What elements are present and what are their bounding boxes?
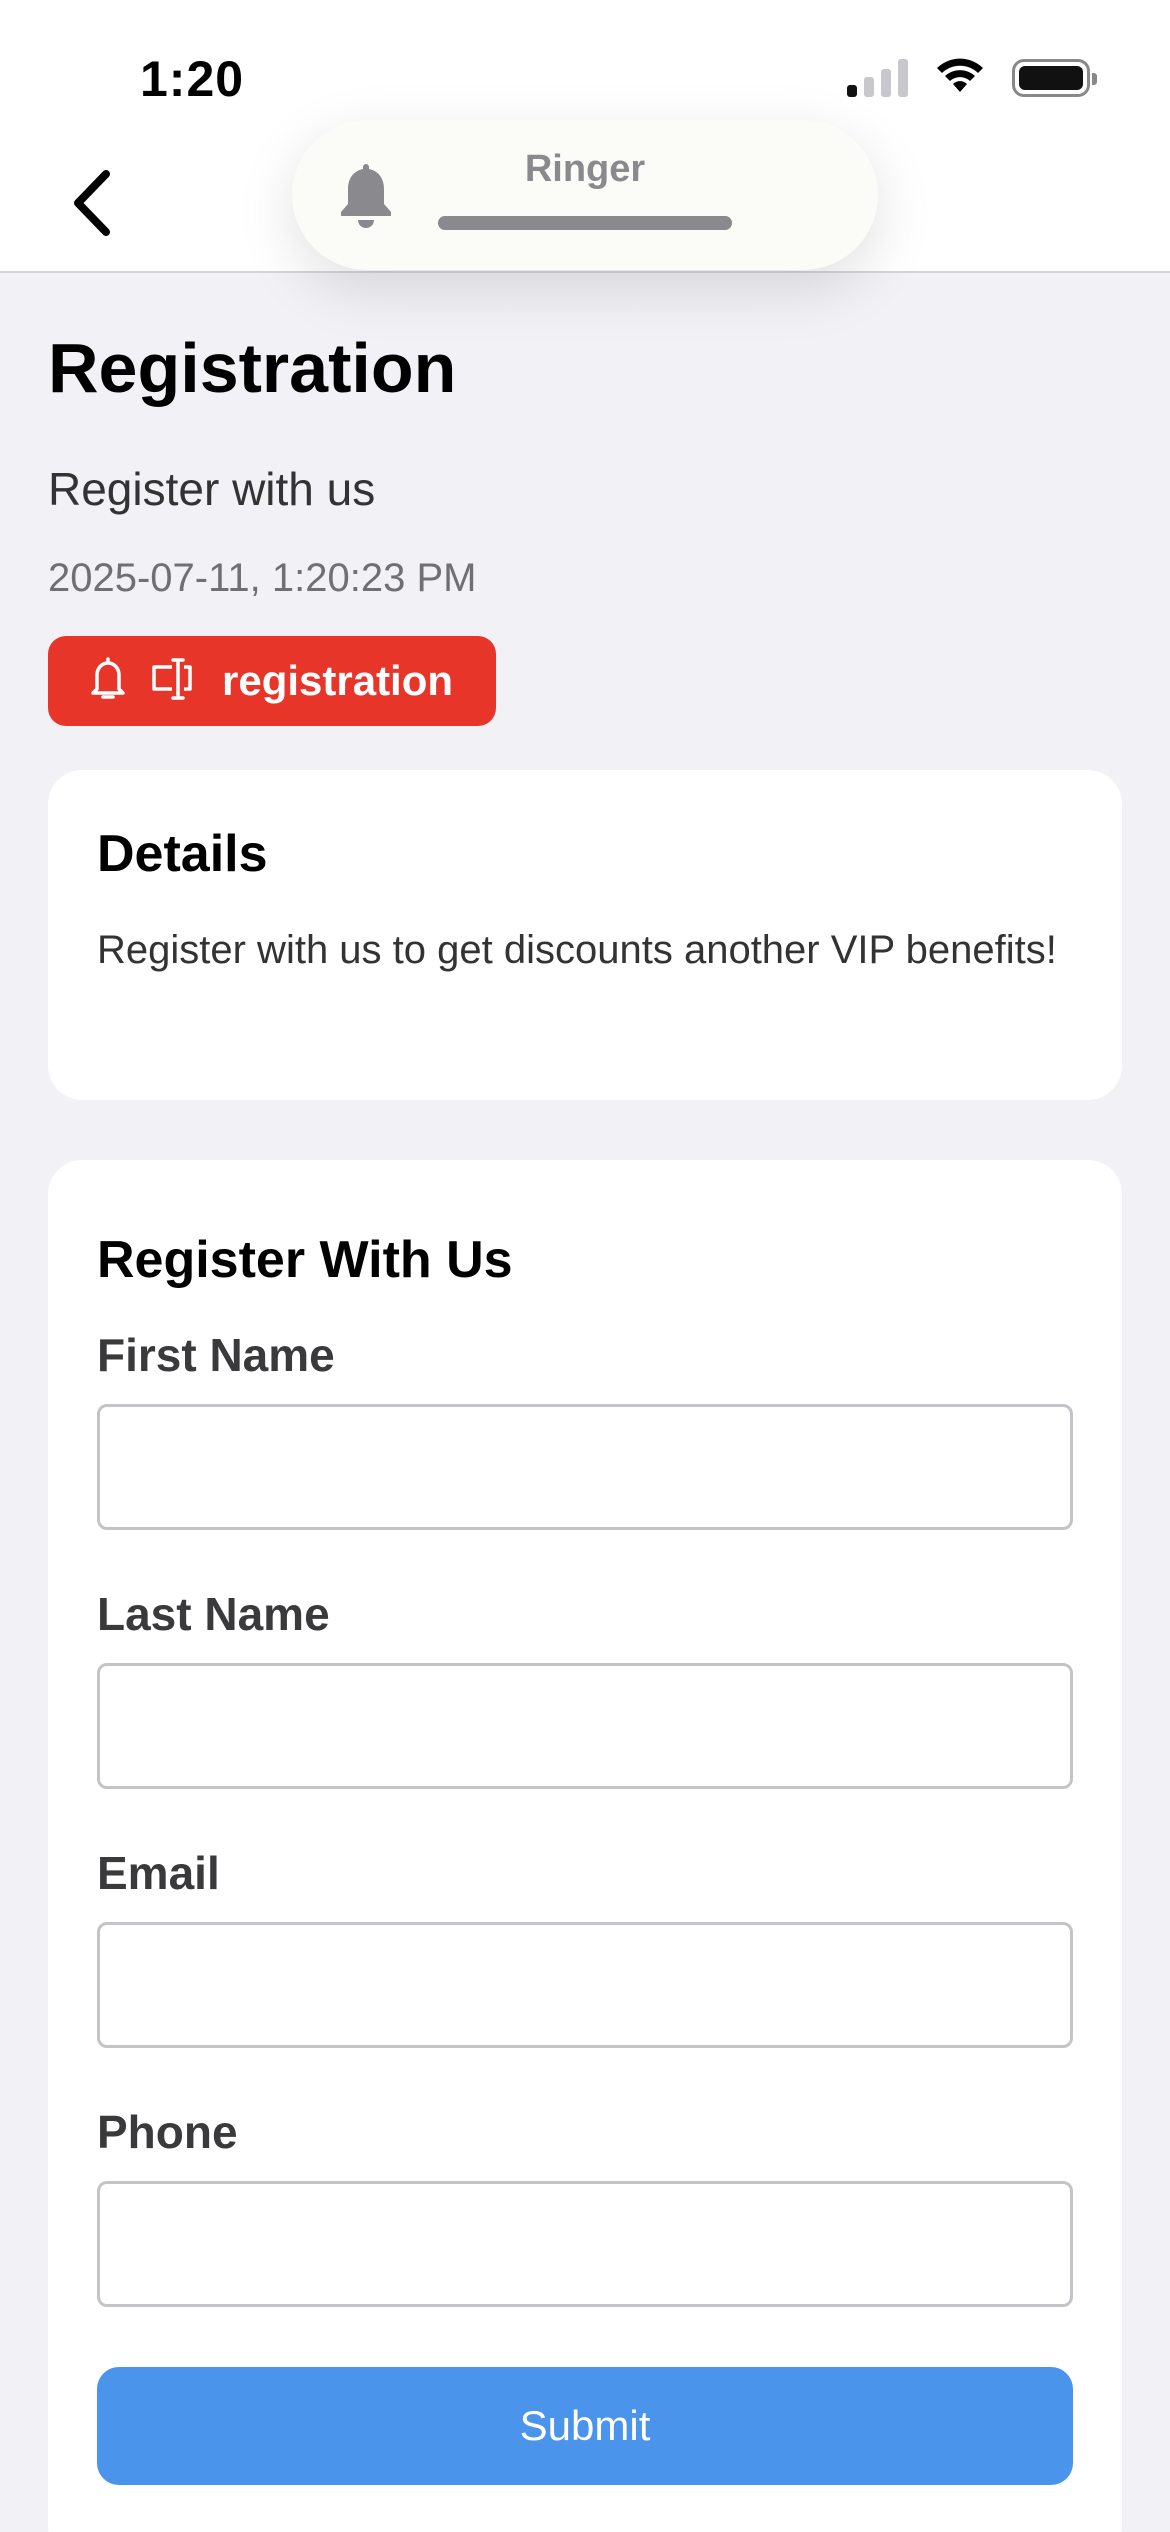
bell-icon (336, 160, 396, 237)
wifi-icon (934, 56, 986, 99)
details-body: Register with us to get discounts anothe… (97, 928, 1057, 972)
phone-input[interactable] (97, 2181, 1073, 2307)
page-title: Registration (48, 329, 457, 407)
battery-icon (1012, 58, 1097, 97)
last-name-label: Last Name (97, 1588, 330, 1640)
form-title: Register With Us (97, 1231, 513, 1289)
back-button[interactable] (62, 168, 122, 243)
top-bar: 1:20 Ringer (0, 0, 1170, 273)
screen: 1:20 Ringer Registration Register with u… (0, 0, 1170, 2532)
last-name-input[interactable] (97, 1663, 1073, 1789)
registration-form-card: Register With Us First Name Last Name Em… (48, 1160, 1122, 2532)
first-name-label: First Name (97, 1329, 335, 1381)
tag-label: registration (222, 657, 454, 704)
ringer-overlay: Ringer (292, 120, 878, 270)
status-time: 1:20 (140, 51, 245, 107)
form-field-icon (150, 657, 194, 706)
chevron-left-icon (70, 168, 114, 243)
category-tag: registration (48, 636, 496, 726)
email-input[interactable] (97, 1922, 1073, 2048)
bell-outline-icon (88, 656, 128, 707)
details-card: Details Register with us to get discount… (48, 770, 1122, 1100)
phone-label: Phone (97, 2106, 238, 2158)
ringer-volume-bar (438, 216, 732, 230)
status-icons (847, 56, 1097, 99)
timestamp: 2025-07-11, 1:20:23 PM (48, 556, 477, 600)
ringer-label: Ringer (524, 148, 646, 190)
details-title: Details (97, 825, 268, 883)
email-label: Email (97, 1847, 220, 1899)
first-name-input[interactable] (97, 1404, 1073, 1530)
page-subtitle: Register with us (48, 463, 376, 515)
submit-button[interactable]: Submit (97, 2367, 1073, 2485)
cellular-signal-icon (847, 58, 908, 97)
